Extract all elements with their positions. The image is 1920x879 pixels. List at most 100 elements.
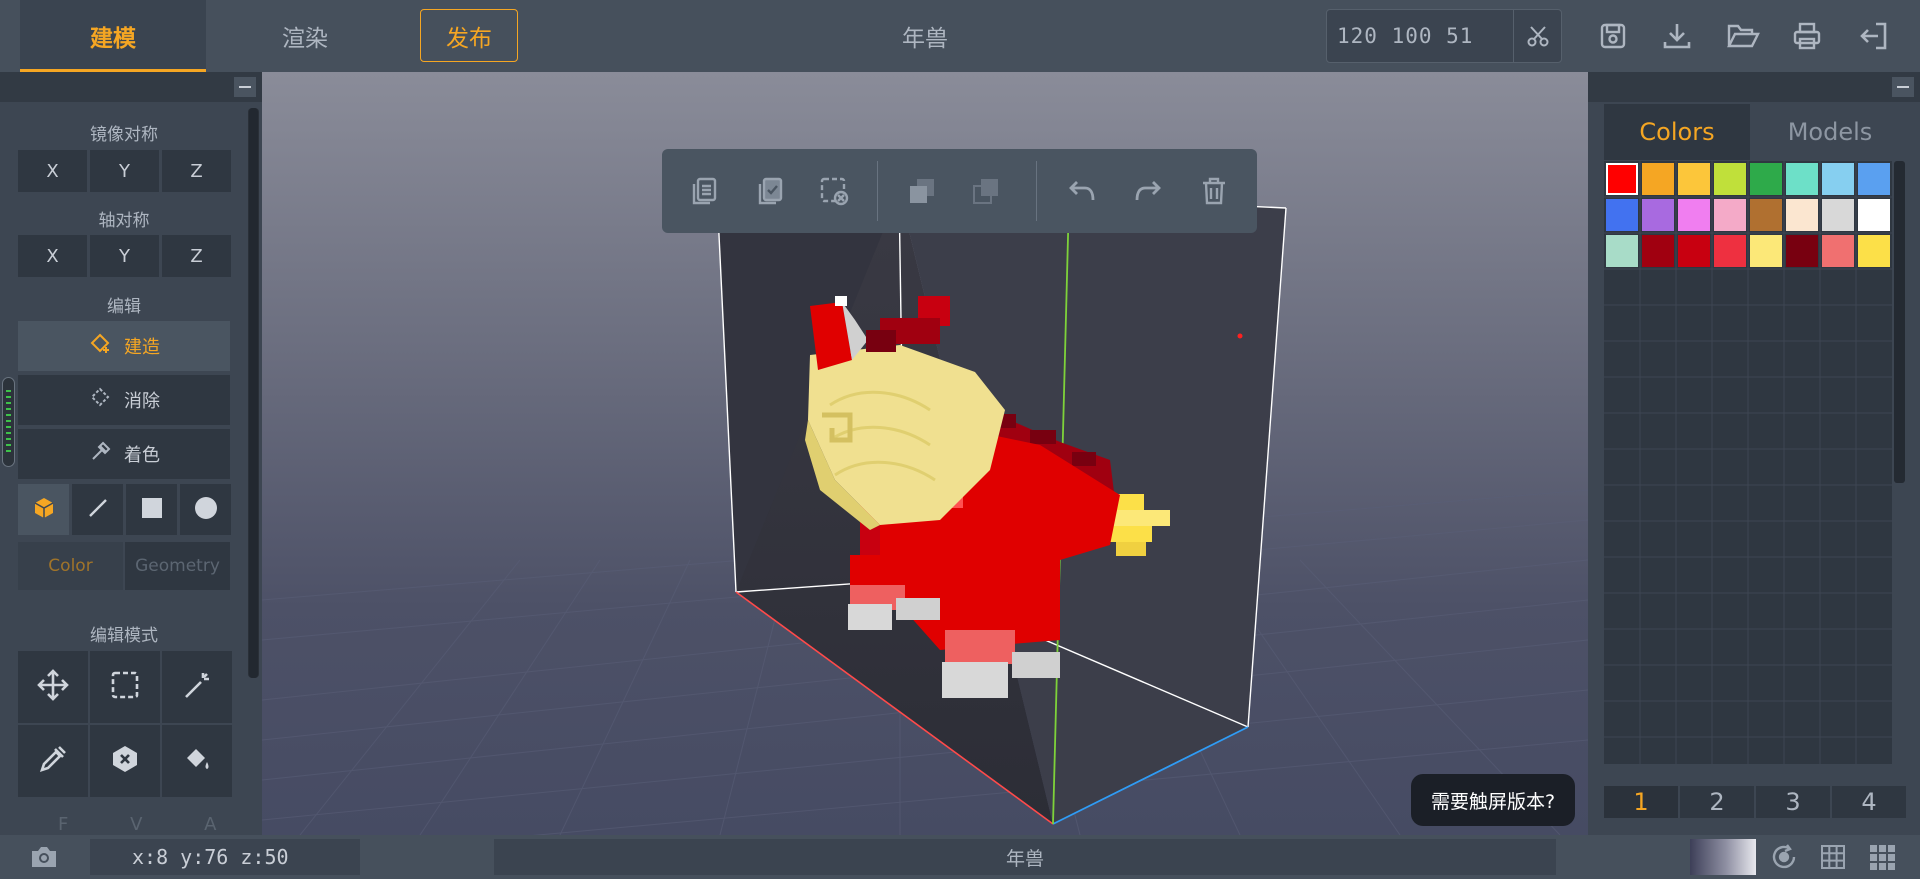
color-swatch[interactable] (1822, 235, 1854, 267)
build-button[interactable]: 建造 (18, 321, 230, 371)
move-tool-button[interactable] (18, 651, 88, 723)
color-swatch[interactable] (1642, 163, 1674, 195)
axis-y-button[interactable]: Y (90, 235, 159, 277)
dimensions-field[interactable]: 120 100 51 (1326, 9, 1562, 63)
dimensions-value[interactable]: 120 100 51 (1337, 10, 1473, 62)
copy-icon[interactable] (682, 169, 726, 213)
tab-geometry[interactable]: Geometry (125, 542, 230, 590)
subtract-icon[interactable] (964, 169, 1008, 213)
select-icon (110, 670, 140, 704)
cursor-coordinates: x:8 y:76 z:50 (90, 839, 360, 875)
side-level-handle[interactable] (2, 377, 15, 467)
camera-icon[interactable] (28, 841, 60, 873)
select-tool-button[interactable] (90, 651, 160, 723)
floating-toolbar (662, 149, 1257, 233)
collapse-right-panel-button[interactable] (1892, 77, 1914, 97)
color-swatch[interactable] (1606, 163, 1638, 195)
right-panel-header (1588, 72, 1920, 102)
collapse-left-panel-button[interactable] (234, 77, 256, 97)
save-icon[interactable] (1592, 14, 1634, 58)
color-swatch[interactable] (1858, 199, 1890, 231)
axis-x-button[interactable]: X (18, 235, 87, 277)
edit-mode-tools-row-2 (18, 725, 232, 797)
color-swatch[interactable] (1678, 163, 1710, 195)
palette-scrollbar[interactable] (1894, 161, 1905, 483)
publish-button[interactable]: 发布 (420, 9, 518, 62)
mirror-x-button[interactable]: X (18, 150, 87, 192)
toolbar-separator-2 (1036, 161, 1037, 221)
delete-icon[interactable] (1192, 169, 1236, 213)
3d-viewport[interactable] (262, 72, 1588, 835)
print-icon[interactable] (1786, 14, 1828, 58)
scissors-icon[interactable] (1513, 10, 1561, 62)
background-gradient-swatch[interactable] (1690, 839, 1756, 875)
erase-icon (88, 386, 112, 415)
merge-icon[interactable] (900, 169, 944, 213)
folder-open-icon[interactable] (1722, 14, 1764, 58)
color-swatch[interactable] (1606, 235, 1638, 267)
edit-label: 编辑 (107, 297, 141, 317)
build-icon (88, 332, 112, 361)
color-swatch[interactable] (1786, 163, 1818, 195)
mirror-y-button[interactable]: Y (90, 150, 159, 192)
color-swatch[interactable] (1714, 235, 1746, 267)
square-shape-button[interactable] (126, 484, 177, 535)
tab-models[interactable]: Models (1752, 104, 1908, 160)
left-scrollbar-thumb[interactable] (249, 108, 258, 678)
tab-modeling[interactable]: 建模 (20, 0, 206, 72)
color-swatch[interactable] (1642, 235, 1674, 267)
grid-icon[interactable] (1817, 841, 1849, 873)
tab-color[interactable]: Color (18, 542, 123, 590)
orbit-icon[interactable] (1768, 841, 1800, 873)
erase-button[interactable]: 消除 (18, 375, 230, 425)
tab-render[interactable]: 渲染 (212, 0, 398, 72)
circle-icon (194, 496, 218, 524)
color-swatch[interactable] (1822, 163, 1854, 195)
palette-grid-icon[interactable] (1866, 841, 1898, 873)
color-swatch[interactable] (1714, 163, 1746, 195)
color-swatch[interactable] (1750, 163, 1782, 195)
bucket-fill-tool-button[interactable] (162, 725, 232, 797)
edit-mode-tools-row-1 (18, 651, 232, 723)
color-swatch[interactable] (1858, 235, 1890, 267)
left-panel-scrollbar[interactable] (248, 108, 259, 678)
color-swatch[interactable] (1786, 235, 1818, 267)
tab-colors[interactable]: Colors (1604, 104, 1750, 160)
palette-page-2[interactable]: 2 (1680, 786, 1754, 818)
build-label: 建造 (124, 337, 160, 358)
paste-icon[interactable] (748, 169, 792, 213)
clear-selection-icon[interactable] (812, 169, 856, 213)
paint-label: 着色 (124, 445, 160, 466)
line-shape-button[interactable] (72, 484, 123, 535)
color-swatch[interactable] (1750, 199, 1782, 231)
cube-shape-button[interactable] (18, 484, 69, 535)
mirror-z-button[interactable]: Z (162, 150, 231, 192)
remove-tool-button[interactable] (90, 725, 160, 797)
palette-page-tabs: 1 2 3 4 (1604, 786, 1906, 818)
document-title: 年兽 (902, 26, 948, 52)
color-swatch[interactable] (1750, 235, 1782, 267)
axis-z-button[interactable]: Z (162, 235, 231, 277)
color-swatch[interactable] (1642, 199, 1674, 231)
color-swatch[interactable] (1606, 199, 1638, 231)
paint-button[interactable]: 着色 (18, 429, 230, 479)
undo-icon[interactable] (1060, 169, 1104, 213)
touch-version-tip[interactable]: 需要触屏版本? (1411, 774, 1575, 826)
color-swatch[interactable] (1678, 235, 1710, 267)
palette-page-1[interactable]: 1 (1604, 786, 1678, 818)
exit-icon[interactable] (1852, 14, 1894, 58)
magic-wand-tool-button[interactable] (162, 651, 232, 723)
download-icon[interactable] (1656, 14, 1698, 58)
palette-page-3[interactable]: 3 (1756, 786, 1830, 818)
color-swatch[interactable] (1678, 199, 1710, 231)
redo-icon[interactable] (1126, 169, 1170, 213)
palette-page-4[interactable]: 4 (1832, 786, 1906, 818)
left-panel-header (0, 72, 262, 102)
color-swatch[interactable] (1786, 199, 1818, 231)
color-swatch[interactable] (1714, 199, 1746, 231)
color-swatch[interactable] (1822, 199, 1854, 231)
color-swatch[interactable] (1858, 163, 1890, 195)
mirror-axis-buttons: X Y Z (18, 150, 231, 192)
circle-shape-button[interactable] (180, 484, 231, 535)
eyedropper-tool-button[interactable] (18, 725, 88, 797)
